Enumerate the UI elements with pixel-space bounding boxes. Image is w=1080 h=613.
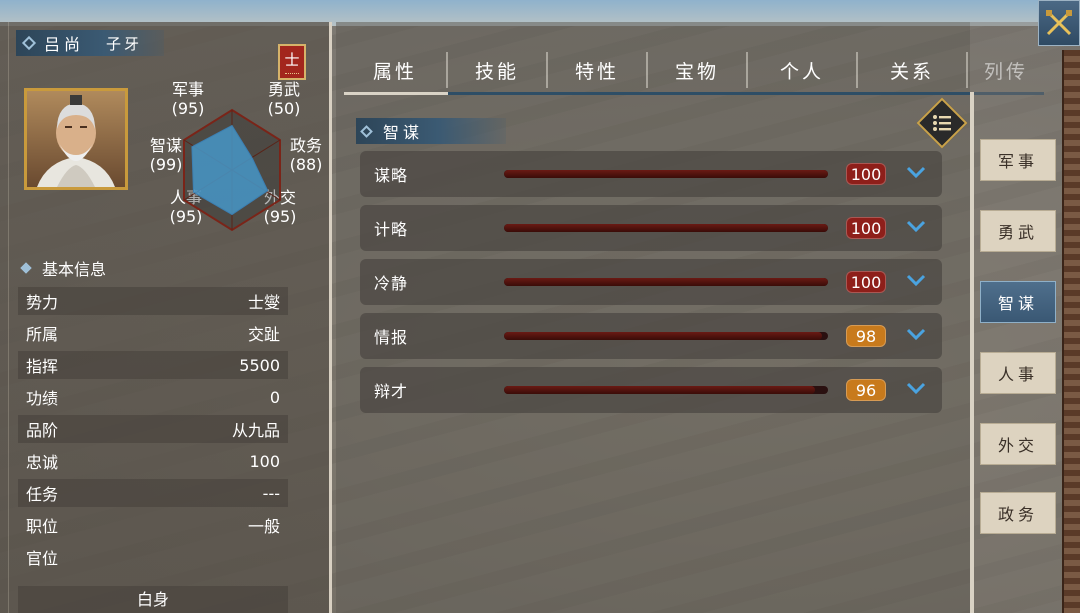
info-row: 职位 一般 <box>18 511 288 539</box>
info-label: 任务 <box>26 485 59 504</box>
skill-bar <box>504 386 828 394</box>
skill-row[interactable]: 计略 100 <box>360 205 942 251</box>
tab-attributes[interactable]: 属性 <box>344 52 448 88</box>
info-row: 忠诚 100 <box>18 447 288 475</box>
skill-bar <box>504 170 828 178</box>
character-name: 吕尚 <box>44 35 85 54</box>
info-row: 官位 <box>18 543 288 571</box>
info-row: 功绩 0 <box>18 383 288 411</box>
skill-value-badge: 100 <box>846 163 886 185</box>
info-value: 士燮 <box>247 293 280 312</box>
info-value: 5500 <box>239 355 280 375</box>
skill-name: 计略 <box>374 220 409 239</box>
side-tab-politics[interactable]: 政务 <box>980 492 1056 534</box>
info-label: 官位 <box>26 549 59 568</box>
tab-personal[interactable]: 个人 <box>748 52 858 88</box>
basic-info-title: 基本信息 <box>42 260 107 279</box>
side-tab-military[interactable]: 军事 <box>980 139 1056 181</box>
basic-info-heading: 基本信息 <box>20 256 107 280</box>
skill-row[interactable]: 辩才 96 <box>360 367 942 413</box>
list-menu-icon <box>933 115 951 131</box>
skill-name: 情报 <box>374 328 409 347</box>
skill-bar-fill <box>504 224 828 232</box>
chevron-down-icon[interactable] <box>906 381 926 395</box>
chevron-down-icon[interactable] <box>906 165 926 179</box>
skill-name: 冷静 <box>374 274 409 293</box>
skill-bar <box>504 224 828 232</box>
chevron-down-icon[interactable] <box>906 327 926 341</box>
stat-military-label: 军事 <box>171 80 204 99</box>
skill-bar-fill <box>504 386 816 394</box>
tab-skills[interactable]: 技能 <box>448 52 548 88</box>
info-label: 所属 <box>26 325 59 344</box>
info-value: 0 <box>269 387 280 407</box>
tab-treasures[interactable]: 宝物 <box>648 52 748 88</box>
character-courtesy-name: 子牙 <box>106 34 143 53</box>
info-value: 交趾 <box>247 325 280 344</box>
skill-bar <box>504 278 828 286</box>
side-tab-personnel[interactable]: 人事 <box>980 352 1056 394</box>
info-label: 忠诚 <box>26 453 59 472</box>
diamond-icon <box>20 262 32 274</box>
skill-name: 谋略 <box>374 166 409 185</box>
side-tab-intellect[interactable]: 智谋 <box>980 281 1056 323</box>
stat-valor-label: 勇武 <box>267 80 300 99</box>
stat-politics-value: (88) <box>289 155 323 174</box>
rank-title: 白身 <box>18 586 288 613</box>
stat-politics-label: 政务 <box>289 136 322 155</box>
skill-bar <box>504 332 828 340</box>
info-value: 一般 <box>247 517 280 536</box>
section-title: 智谋 <box>383 123 424 142</box>
info-row: 品阶 从九品 <box>18 415 288 443</box>
tab-traits[interactable]: 特性 <box>548 52 648 88</box>
info-row: 指挥 5500 <box>18 351 288 379</box>
portrait-image <box>27 91 125 187</box>
skill-value-badge: 96 <box>846 379 886 401</box>
chevron-down-icon[interactable] <box>906 219 926 233</box>
info-label: 职位 <box>26 517 59 536</box>
faction-badge[interactable]: 士 <box>278 44 306 80</box>
character-portrait[interactable] <box>24 88 128 190</box>
crossed-swords-icon <box>1046 10 1072 36</box>
info-value: 100 <box>249 451 280 471</box>
character-name-bar: 吕尚 子牙 <box>16 30 164 56</box>
side-tab-diplomacy[interactable]: 外交 <box>980 423 1056 465</box>
skill-name: 辩才 <box>374 382 409 401</box>
info-label: 品阶 <box>26 421 59 440</box>
skill-row[interactable]: 冷静 100 <box>360 259 942 305</box>
info-row: 任务 --- <box>18 479 288 507</box>
tab-underline <box>344 92 1044 95</box>
skill-value-badge: 100 <box>846 271 886 293</box>
info-label: 功绩 <box>26 389 59 408</box>
skill-value-badge: 100 <box>846 217 886 239</box>
scroll-edge-decoration <box>1062 50 1080 613</box>
info-value: 从九品 <box>231 421 280 440</box>
skill-value-badge: 98 <box>846 325 886 347</box>
info-label: 指挥 <box>26 357 59 376</box>
chevron-down-icon[interactable] <box>906 273 926 287</box>
diamond-icon <box>21 35 37 51</box>
skill-row[interactable]: 谋略 100 <box>360 151 942 197</box>
skill-bar-fill <box>504 332 822 340</box>
stat-politics: 政务 (88) <box>284 136 328 174</box>
info-row: 势力 士燮 <box>18 287 288 315</box>
tab-relations[interactable]: 关系 <box>858 52 968 88</box>
info-row: 所属 交趾 <box>18 319 288 347</box>
section-heading: 智谋 <box>356 118 506 144</box>
info-value: --- <box>262 483 280 503</box>
side-tab-valor[interactable]: 勇武 <box>980 210 1056 252</box>
skill-bar-fill <box>504 170 828 178</box>
diamond-icon <box>360 124 373 138</box>
tab-bar: 属性 技能 特性 宝物 个人 关系 列传 <box>344 50 1044 90</box>
info-label: 势力 <box>26 293 59 312</box>
close-button[interactable] <box>1038 0 1080 46</box>
skill-row[interactable]: 情报 98 <box>360 313 942 359</box>
stat-radar-chart <box>183 108 281 232</box>
skill-bar-fill <box>504 278 828 286</box>
